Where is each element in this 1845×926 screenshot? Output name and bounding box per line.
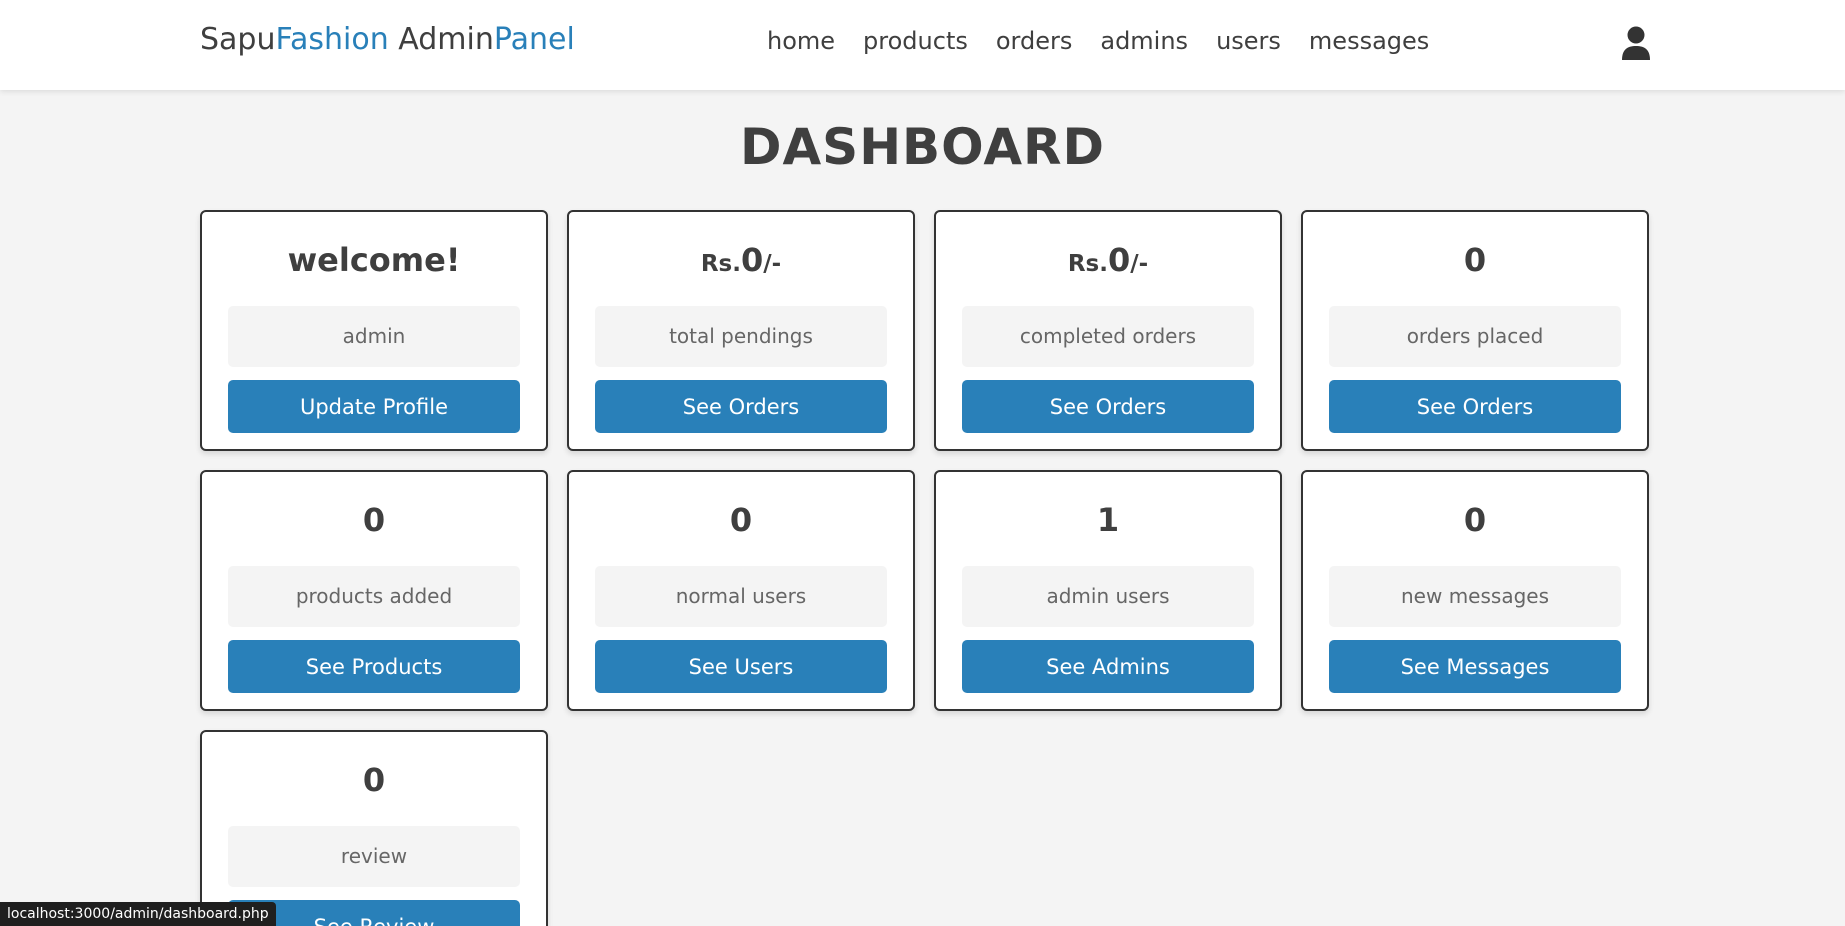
see-orders-button[interactable]: See Orders bbox=[1329, 380, 1621, 433]
card-value: 0 bbox=[362, 501, 386, 539]
card-value: 1 bbox=[1096, 501, 1120, 539]
card-welcome: welcome! admin Update Profile bbox=[200, 210, 548, 451]
card-value: Rs.0/- bbox=[962, 212, 1254, 306]
card-label: orders placed bbox=[1329, 306, 1621, 367]
see-orders-button[interactable]: See Orders bbox=[595, 380, 887, 433]
logo-part-admin: Admin bbox=[388, 22, 494, 57]
logo-part-fashion: Fashion bbox=[275, 22, 389, 57]
card-value: 0 bbox=[362, 761, 386, 799]
status-bar-url: localhost:3000/admin/dashboard.php bbox=[0, 902, 276, 926]
card-label: total pendings bbox=[595, 306, 887, 367]
nav-users[interactable]: users bbox=[1216, 27, 1281, 55]
card-value: welcome! bbox=[287, 241, 461, 279]
dashboard-grid: welcome! admin Update Profile Rs.0/- tot… bbox=[200, 210, 1650, 926]
currency-suffix: /- bbox=[763, 251, 782, 277]
card-label: completed orders bbox=[962, 306, 1254, 367]
card-value: Rs.0/- bbox=[595, 212, 887, 306]
see-orders-button[interactable]: See Orders bbox=[962, 380, 1254, 433]
logo-part-sapu: Sapu bbox=[200, 22, 276, 57]
update-profile-button[interactable]: Update Profile bbox=[228, 380, 520, 433]
logo-part-panel: Panel bbox=[493, 22, 575, 57]
card-normal-users: 0 normal users See Users bbox=[567, 470, 915, 711]
card-total-pendings: Rs.0/- total pendings See Orders bbox=[567, 210, 915, 451]
header: SapuFashion AdminPanel home products ord… bbox=[0, 0, 1845, 90]
page-title: DASHBOARD bbox=[739, 118, 1106, 176]
card-label: normal users bbox=[595, 566, 887, 627]
nav-admins[interactable]: admins bbox=[1100, 27, 1188, 55]
amount: 0 bbox=[740, 241, 764, 279]
card-label: review bbox=[228, 826, 520, 887]
card-label: admin bbox=[228, 306, 520, 367]
card-label: products added bbox=[228, 566, 520, 627]
card-orders-placed: 0 orders placed See Orders bbox=[1301, 210, 1649, 451]
amount: 0 bbox=[1107, 241, 1131, 279]
card-review: 0 review See Review bbox=[200, 730, 548, 926]
nav-messages[interactable]: messages bbox=[1309, 27, 1429, 55]
currency-suffix: /- bbox=[1130, 251, 1149, 277]
see-messages-button[interactable]: See Messages bbox=[1329, 640, 1621, 693]
see-admins-button[interactable]: See Admins bbox=[962, 640, 1254, 693]
card-completed-orders: Rs.0/- completed orders See Orders bbox=[934, 210, 1282, 451]
currency-prefix: Rs. bbox=[700, 251, 741, 277]
card-label: new messages bbox=[1329, 566, 1621, 627]
card-new-messages: 0 new messages See Messages bbox=[1301, 470, 1649, 711]
main-nav: home products orders admins users messag… bbox=[767, 27, 1429, 55]
user-icon[interactable] bbox=[1620, 25, 1652, 61]
card-value: 0 bbox=[1463, 501, 1487, 539]
card-products-added: 0 products added See Products bbox=[200, 470, 548, 711]
nav-products[interactable]: products bbox=[863, 27, 968, 55]
card-value: 0 bbox=[729, 501, 753, 539]
nav-orders[interactable]: orders bbox=[996, 27, 1073, 55]
card-value: 0 bbox=[1463, 241, 1487, 279]
see-users-button[interactable]: See Users bbox=[595, 640, 887, 693]
currency-prefix: Rs. bbox=[1067, 251, 1108, 277]
card-admin-users: 1 admin users See Admins bbox=[934, 470, 1282, 711]
nav-home[interactable]: home bbox=[767, 27, 835, 55]
logo[interactable]: SapuFashion AdminPanel bbox=[200, 22, 575, 57]
see-products-button[interactable]: See Products bbox=[228, 640, 520, 693]
card-label: admin users bbox=[962, 566, 1254, 627]
